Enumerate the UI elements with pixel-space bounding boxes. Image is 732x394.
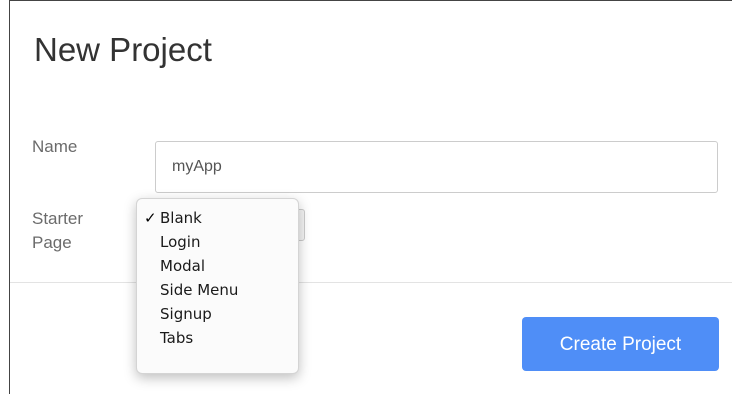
dropdown-option-blank[interactable]: ✓ Blank: [137, 207, 298, 231]
starter-page-label: Starter Page: [32, 209, 84, 252]
option-label: Side Menu: [160, 281, 239, 299]
dropdown-option-login[interactable]: Login: [137, 231, 298, 255]
dropdown-option-signup[interactable]: Signup: [137, 303, 298, 327]
option-label: Blank: [160, 209, 202, 227]
option-label: Tabs: [160, 329, 194, 347]
footer-divider: [10, 282, 732, 283]
dropdown-option-modal[interactable]: Modal: [137, 255, 298, 279]
dropdown-option-tabs[interactable]: Tabs: [137, 327, 298, 351]
dropdown-option-side-menu[interactable]: Side Menu: [137, 279, 298, 303]
name-label: Name: [32, 137, 78, 156]
checkmark-icon: ✓: [144, 209, 157, 227]
name-input[interactable]: [155, 141, 718, 193]
option-label: Signup: [160, 305, 212, 323]
create-project-button[interactable]: Create Project: [522, 317, 719, 371]
option-label: Login: [160, 233, 201, 251]
dialog-title: New Project: [34, 31, 212, 68]
new-project-dialog: New Project Name Starter Page Create Pro…: [9, 0, 732, 394]
starter-page-dropdown-menu: ✓ Blank Login Modal Side Menu Signup Tab…: [136, 198, 299, 374]
option-label: Modal: [160, 257, 205, 275]
